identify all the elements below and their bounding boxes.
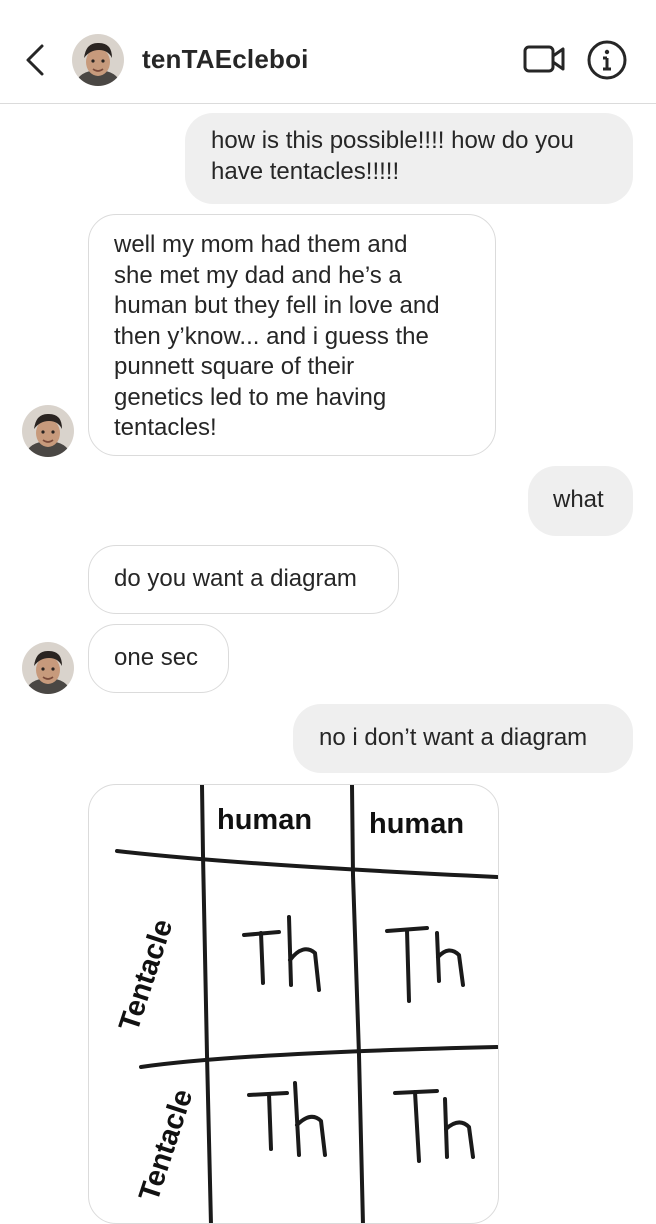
cell-th: [393, 1089, 475, 1163]
message-text: well my mom had them and she met my dad …: [114, 231, 440, 441]
chat-username[interactable]: tenTAEcleboi: [142, 44, 309, 75]
message-text: what: [553, 486, 604, 513]
image-message-punnett-square[interactable]: human human Tentacle Tentacle: [88, 784, 499, 1224]
grid-line: [200, 785, 213, 1223]
message-bubble-incoming[interactable]: well my mom had them and she met my dad …: [88, 214, 496, 456]
cell-th: [242, 915, 321, 992]
cell-th: [385, 926, 465, 1003]
sender-avatar[interactable]: [22, 405, 74, 457]
video-camera-icon[interactable]: [522, 40, 566, 78]
avatar[interactable]: [72, 34, 124, 86]
chevron-left-icon[interactable]: [22, 40, 48, 80]
avatar-photo: [22, 405, 74, 457]
grid-line: [139, 1045, 498, 1069]
avatar-photo: [72, 34, 124, 86]
message-bubble-outgoing[interactable]: no i don’t want a diagram: [293, 704, 633, 773]
punnett-square-drawing: human human Tentacle Tentacle: [113, 785, 498, 1223]
grid-line: [115, 849, 498, 879]
info-circle-icon[interactable]: [586, 39, 628, 81]
grid-line: [350, 785, 365, 1223]
row-header: Tentacle: [113, 915, 179, 1035]
message-text: no i don’t want a diagram: [319, 724, 588, 751]
message-bubble-outgoing[interactable]: how is this possible!!!! how do you have…: [185, 113, 633, 204]
avatar-photo: [22, 642, 74, 694]
message-text: one sec: [114, 644, 199, 671]
cell-th: [247, 1081, 327, 1157]
column-header: human: [369, 808, 464, 840]
message-bubble-incoming[interactable]: do you want a diagram: [88, 545, 399, 614]
message-text: do you want a diagram: [114, 565, 357, 592]
sender-avatar[interactable]: [22, 642, 74, 694]
message-bubble-outgoing[interactable]: what: [528, 466, 633, 536]
message-bubble-incoming[interactable]: one sec: [88, 624, 229, 693]
chat-header: tenTAEcleboi: [0, 0, 656, 104]
column-header: human: [217, 804, 312, 836]
row-header: Tentacle: [133, 1085, 199, 1205]
message-text: how is this possible!!!! how do you have…: [211, 127, 574, 185]
